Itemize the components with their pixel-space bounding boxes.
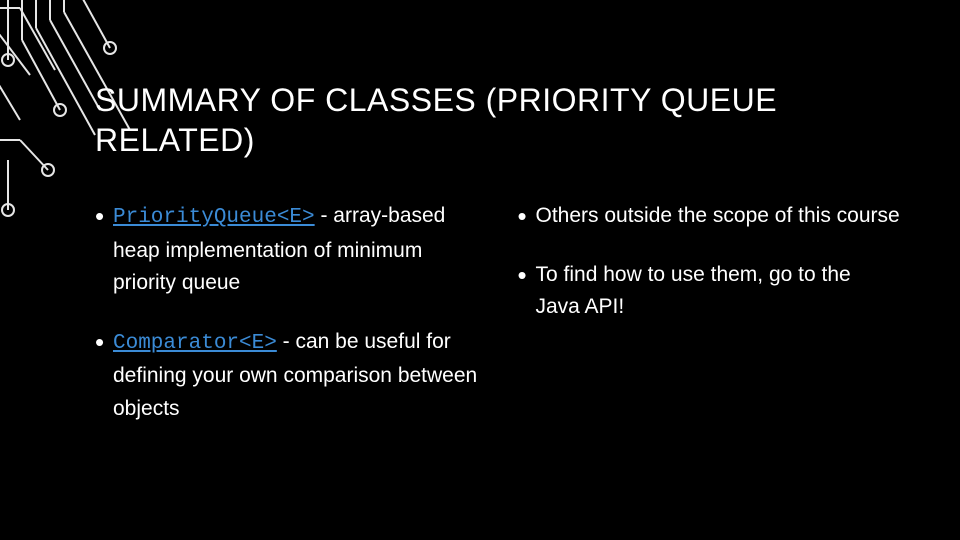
slide: SUMMARY OF CLASSES (PRIORITY QUEUE RELAT…: [0, 0, 960, 540]
bullet-others: Others outside the scope of this course: [518, 200, 901, 233]
bullet-comparator: Comparator<E> - can be useful for defini…: [95, 326, 478, 426]
left-list: PriorityQueue<E> - array-based heap impl…: [95, 200, 478, 425]
bullet-priorityqueue: PriorityQueue<E> - array-based heap impl…: [95, 200, 478, 300]
others-text: Others outside the scope of this course: [536, 204, 900, 227]
priorityqueue-link[interactable]: PriorityQueue<E>: [113, 206, 315, 229]
left-column: PriorityQueue<E> - array-based heap impl…: [95, 200, 478, 451]
right-column: Others outside the scope of this course …: [518, 200, 901, 451]
comparator-link[interactable]: Comparator<E>: [113, 332, 277, 355]
right-list: Others outside the scope of this course …: [518, 200, 901, 324]
content-columns: PriorityQueue<E> - array-based heap impl…: [95, 200, 900, 451]
slide-title: SUMMARY OF CLASSES (PRIORITY QUEUE RELAT…: [95, 80, 875, 160]
javaapi-text: To find how to use them, go to the Java …: [536, 263, 851, 319]
bullet-javaapi: To find how to use them, go to the Java …: [518, 259, 901, 324]
